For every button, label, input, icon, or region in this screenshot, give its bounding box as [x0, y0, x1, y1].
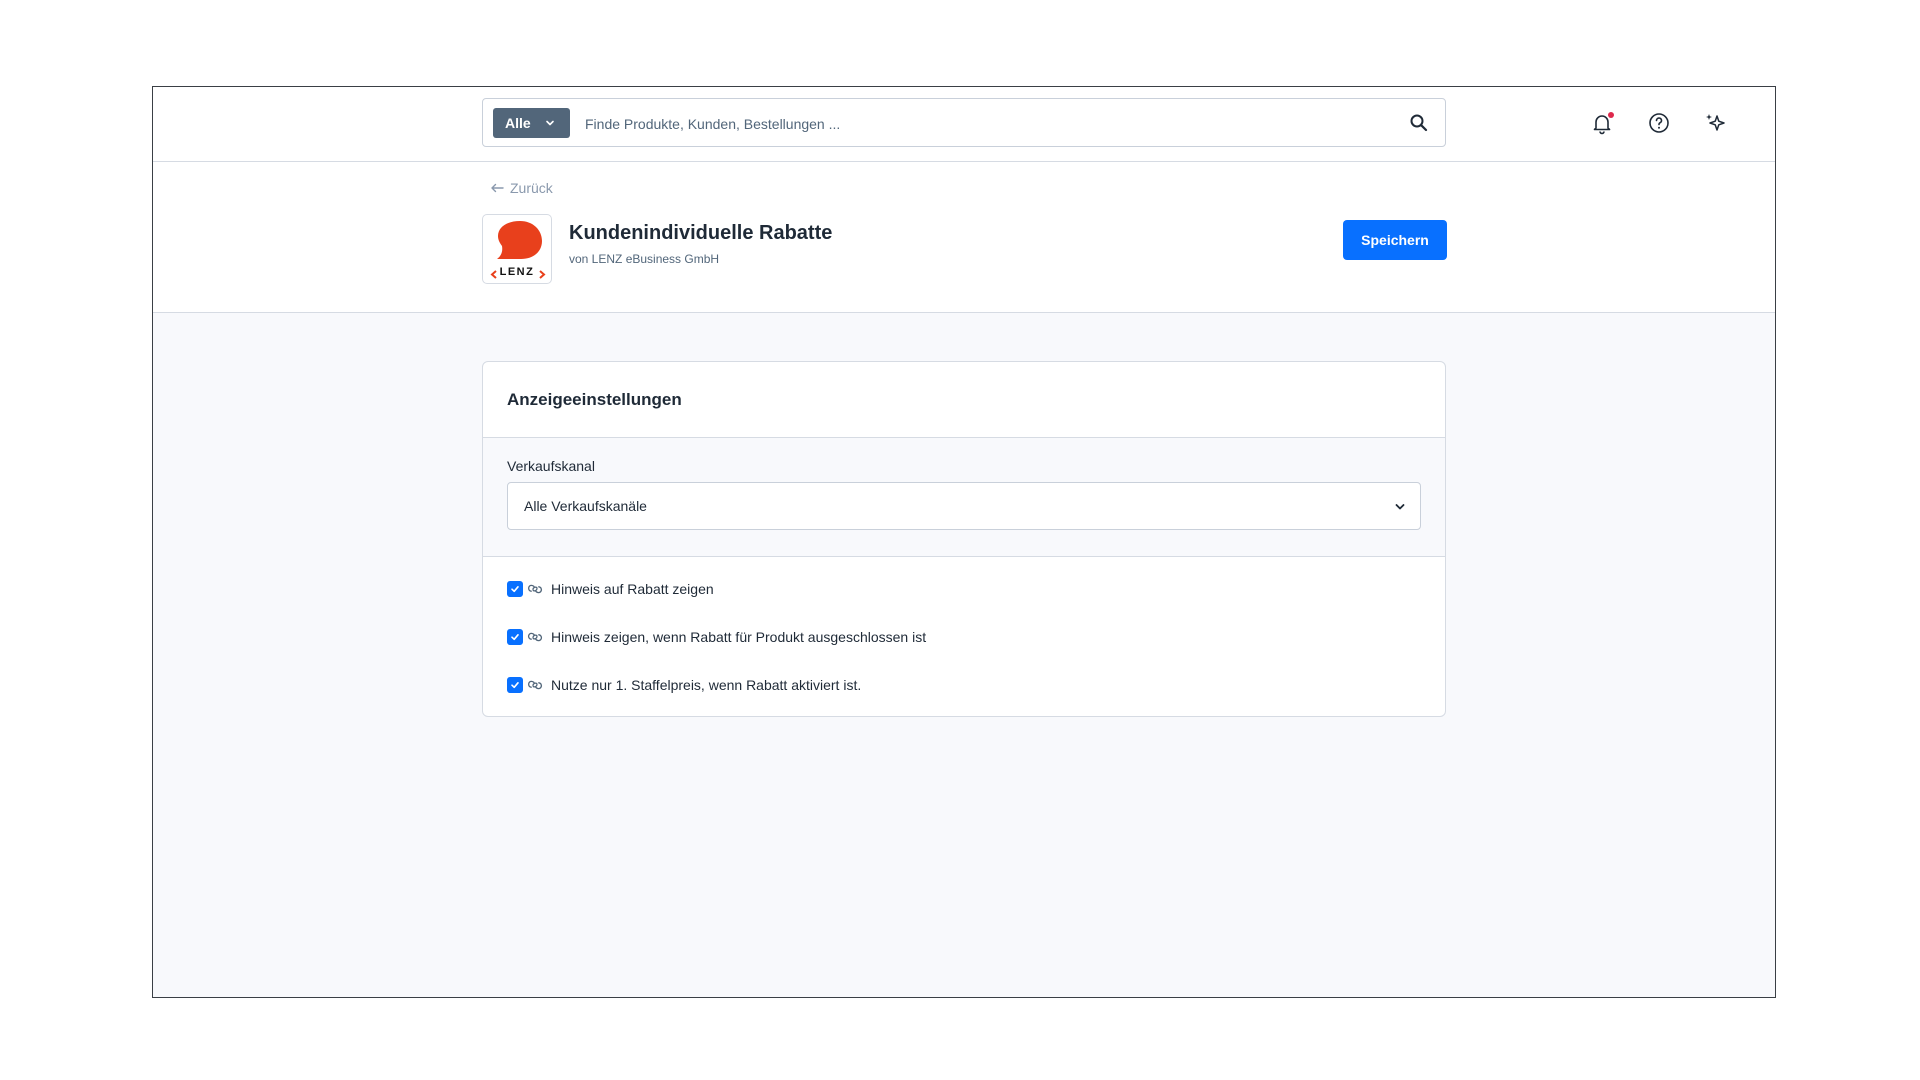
- option-label: Hinweis auf Rabatt zeigen: [551, 581, 714, 597]
- save-button[interactable]: Speichern: [1343, 220, 1447, 260]
- app-header: Zurück LENZ Kundenindividuelle Rabatte v…: [153, 162, 1775, 313]
- check-icon: [511, 682, 519, 689]
- link-icon[interactable]: [527, 631, 543, 643]
- link-icon[interactable]: [527, 583, 543, 595]
- chevron-down-icon: [546, 120, 554, 126]
- notification-badge: [1608, 112, 1614, 118]
- search-icon[interactable]: [1409, 113, 1429, 133]
- sales-channel-section: Verkaufskanal Alle Verkaufskanäle: [483, 438, 1445, 557]
- back-link[interactable]: Zurück: [490, 180, 553, 196]
- top-bar: Alle: [153, 87, 1775, 162]
- search-input[interactable]: [583, 107, 1387, 141]
- app-window: Alle Finde Produkte, Kunden, Bestellunge…: [152, 86, 1776, 998]
- vendor-name: von LENZ eBusiness GmbH: [569, 252, 720, 266]
- search-scope-dropdown[interactable]: Alle: [493, 108, 570, 138]
- sales-channel-label: Verkaufskanal: [507, 458, 595, 474]
- option-row[interactable]: Nutze nur 1. Staffelpreis, wenn Rabatt a…: [507, 675, 861, 695]
- logo-text: LENZ: [499, 266, 535, 278]
- global-search: Alle: [482, 98, 1446, 147]
- option-label: Hinweis zeigen, wenn Rabatt für Produkt …: [551, 629, 927, 645]
- chevron-down-icon: [1395, 504, 1405, 510]
- sparkle-icon[interactable]: [1703, 111, 1727, 135]
- checkbox[interactable]: [507, 629, 523, 645]
- card-title: Anzeigeeinstellungen: [507, 390, 682, 409]
- arrow-left-icon: [491, 183, 504, 193]
- check-icon: [511, 634, 519, 641]
- check-icon: [511, 586, 519, 593]
- settings-card: Anzeigeeinstellungen Verkaufskanal Alle …: [482, 361, 1446, 717]
- sales-channel-select[interactable]: Alle Verkaufskanäle: [507, 482, 1421, 530]
- back-link-label: Zurück: [510, 180, 553, 196]
- checkbox[interactable]: [507, 581, 523, 597]
- option-row[interactable]: Hinweis auf Rabatt zeigen: [507, 579, 714, 599]
- option-label: Nutze nur 1. Staffelpreis, wenn Rabatt a…: [551, 677, 862, 693]
- link-icon[interactable]: [527, 679, 543, 691]
- card-header: Anzeigeeinstellungen: [483, 362, 1445, 438]
- help-icon[interactable]: [1647, 111, 1671, 135]
- sales-channel-value: Alle Verkaufskanäle: [524, 498, 647, 514]
- app-logo: LENZ: [482, 214, 552, 284]
- search-scope-label: Alle: [505, 115, 531, 131]
- option-row[interactable]: Hinweis zeigen, wenn Rabatt für Produkt …: [507, 627, 926, 647]
- page-title: Kundenindividuelle Rabatte: [569, 222, 833, 244]
- checkbox[interactable]: [507, 677, 523, 693]
